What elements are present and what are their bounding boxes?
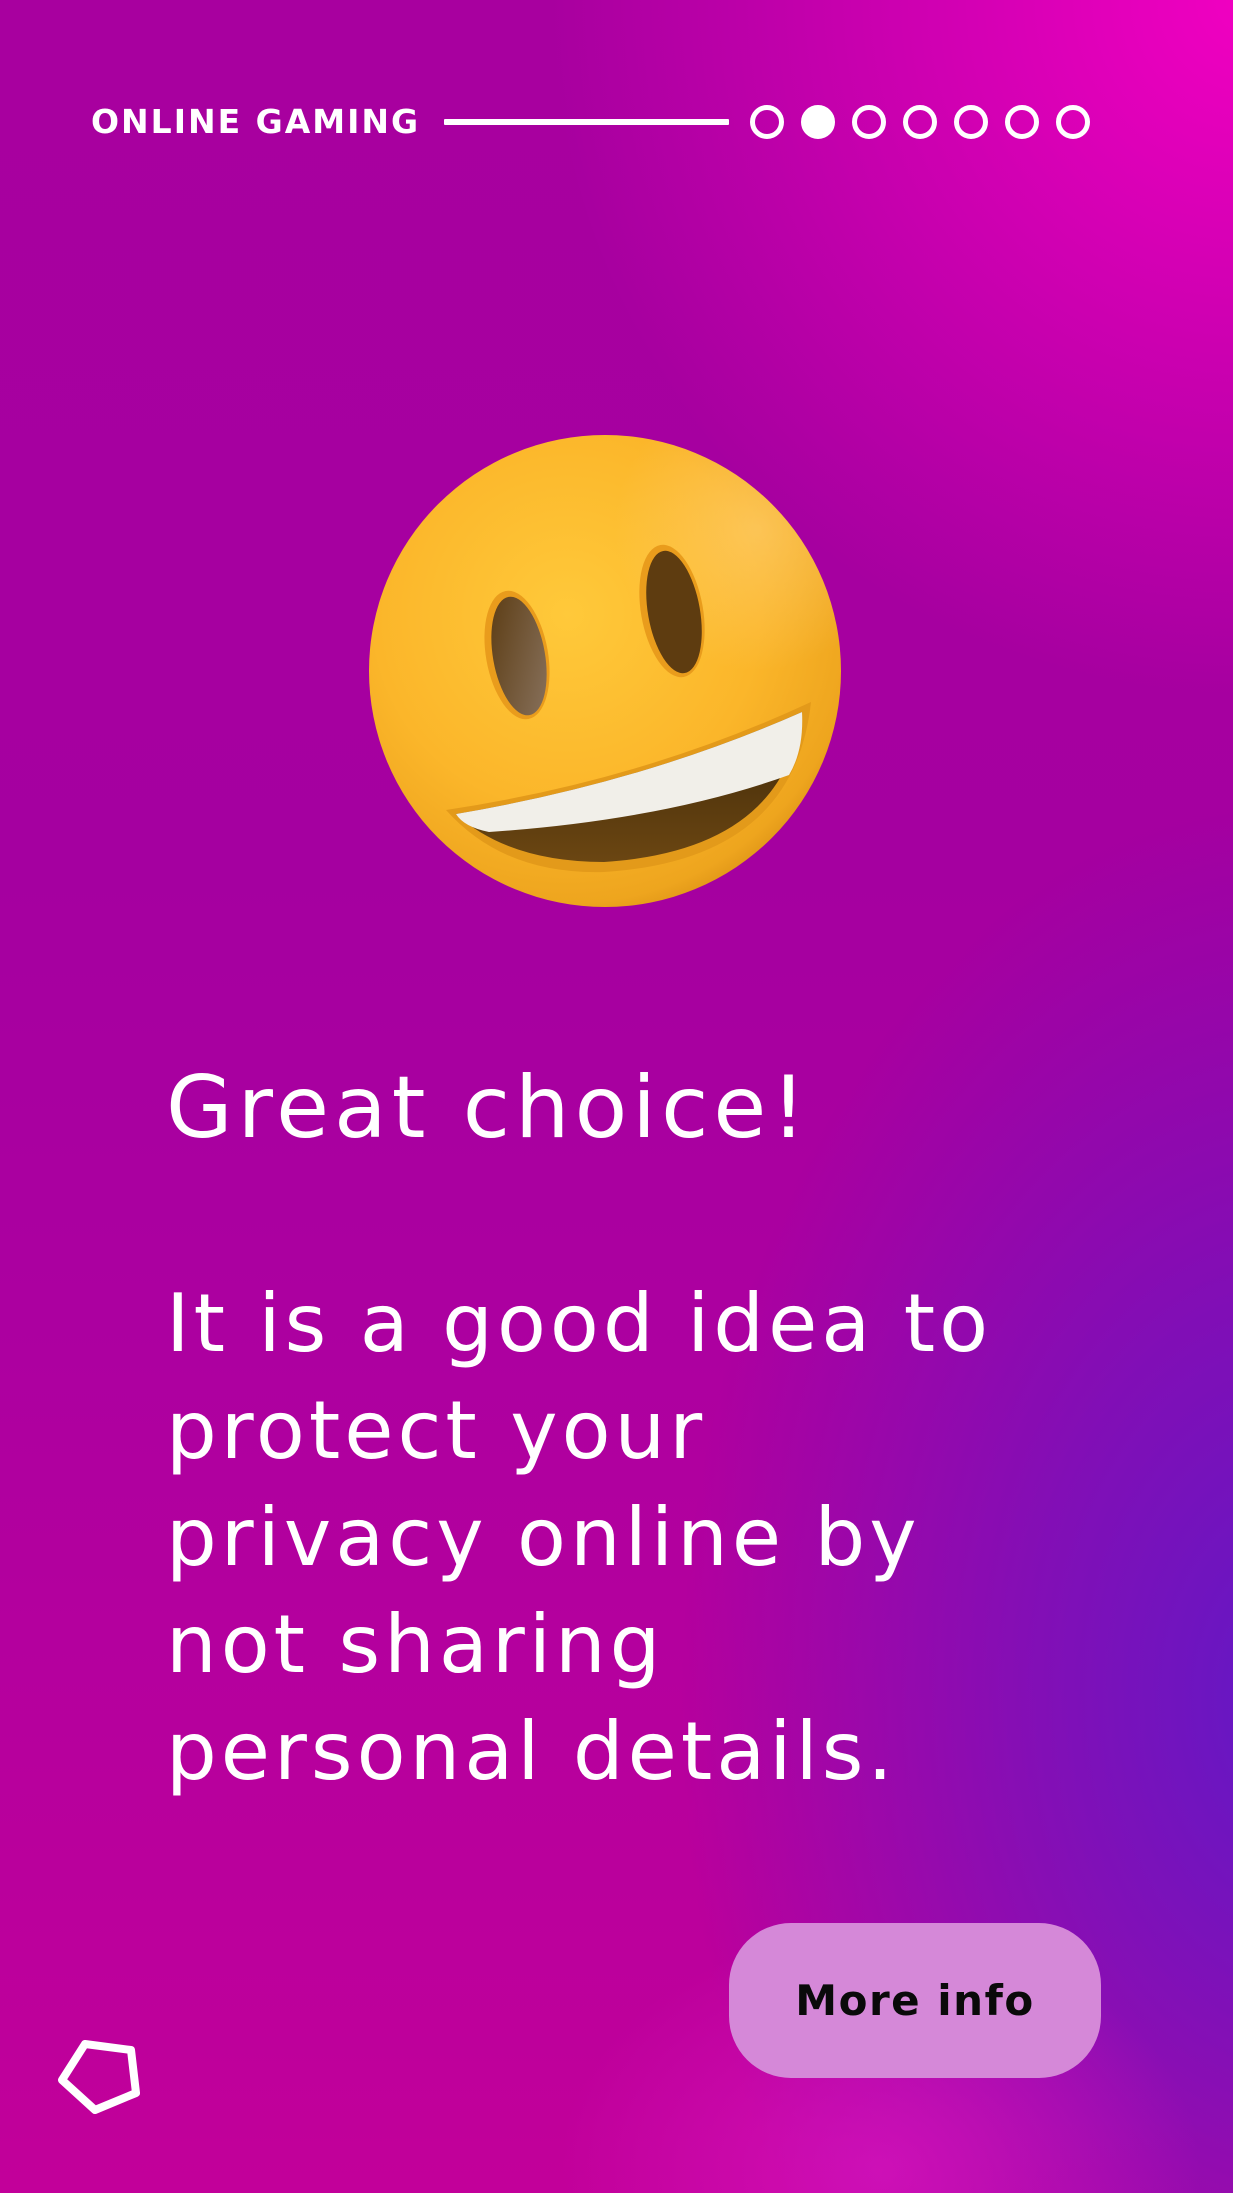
body-line: protect your (166, 1384, 707, 1477)
more-info-button[interactable]: More info (729, 1923, 1101, 2078)
progress-line (444, 119, 729, 125)
step-dot-5[interactable] (954, 105, 988, 139)
section-label: ONLINE GAMING (91, 102, 421, 141)
step-dot-7[interactable] (1056, 105, 1090, 139)
step-dot-2-active[interactable] (801, 105, 835, 139)
body-line: It is a good idea to (166, 1277, 993, 1370)
body-text: It is a good idea to protect your privac… (166, 1270, 1166, 1805)
header: ONLINE GAMING (0, 0, 1233, 200)
step-indicator (750, 105, 1090, 139)
step-dot-3[interactable] (852, 105, 886, 139)
step-dot-4[interactable] (903, 105, 937, 139)
step-dot-6[interactable] (1005, 105, 1039, 139)
body-line: personal details. (166, 1705, 897, 1798)
message-content: Great choice! It is a good idea to prote… (166, 1055, 1166, 1805)
heading: Great choice! (166, 1058, 811, 1158)
pentagon-logo-icon (58, 2040, 140, 2114)
body-line: privacy online by (166, 1491, 921, 1584)
grinning-face-emoji-icon (369, 435, 841, 907)
step-dot-1[interactable] (750, 105, 784, 139)
body-line: not sharing (166, 1598, 665, 1691)
